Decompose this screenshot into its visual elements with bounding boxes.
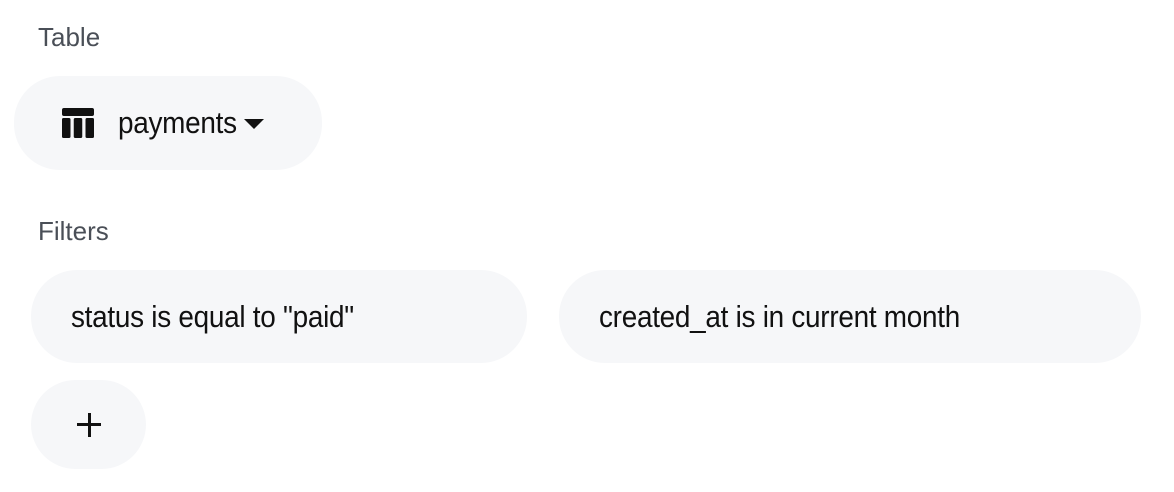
filter-chip-label: created_at is in current month (599, 298, 960, 334)
filters-section-label: Filters (38, 216, 109, 246)
add-filter-button[interactable] (31, 380, 146, 469)
filter-chip[interactable]: status is equal to "paid" (31, 270, 527, 363)
caret-down-icon (244, 119, 264, 129)
table-section-label: Table (38, 22, 101, 52)
filter-chip[interactable]: created_at is in current month (559, 270, 1141, 363)
plus-icon (76, 412, 101, 437)
table-icon (62, 108, 94, 138)
selected-table-name: payments (118, 105, 237, 140)
table-selector-button[interactable]: payments (14, 76, 322, 170)
filter-chip-label: status is equal to "paid" (71, 298, 354, 334)
